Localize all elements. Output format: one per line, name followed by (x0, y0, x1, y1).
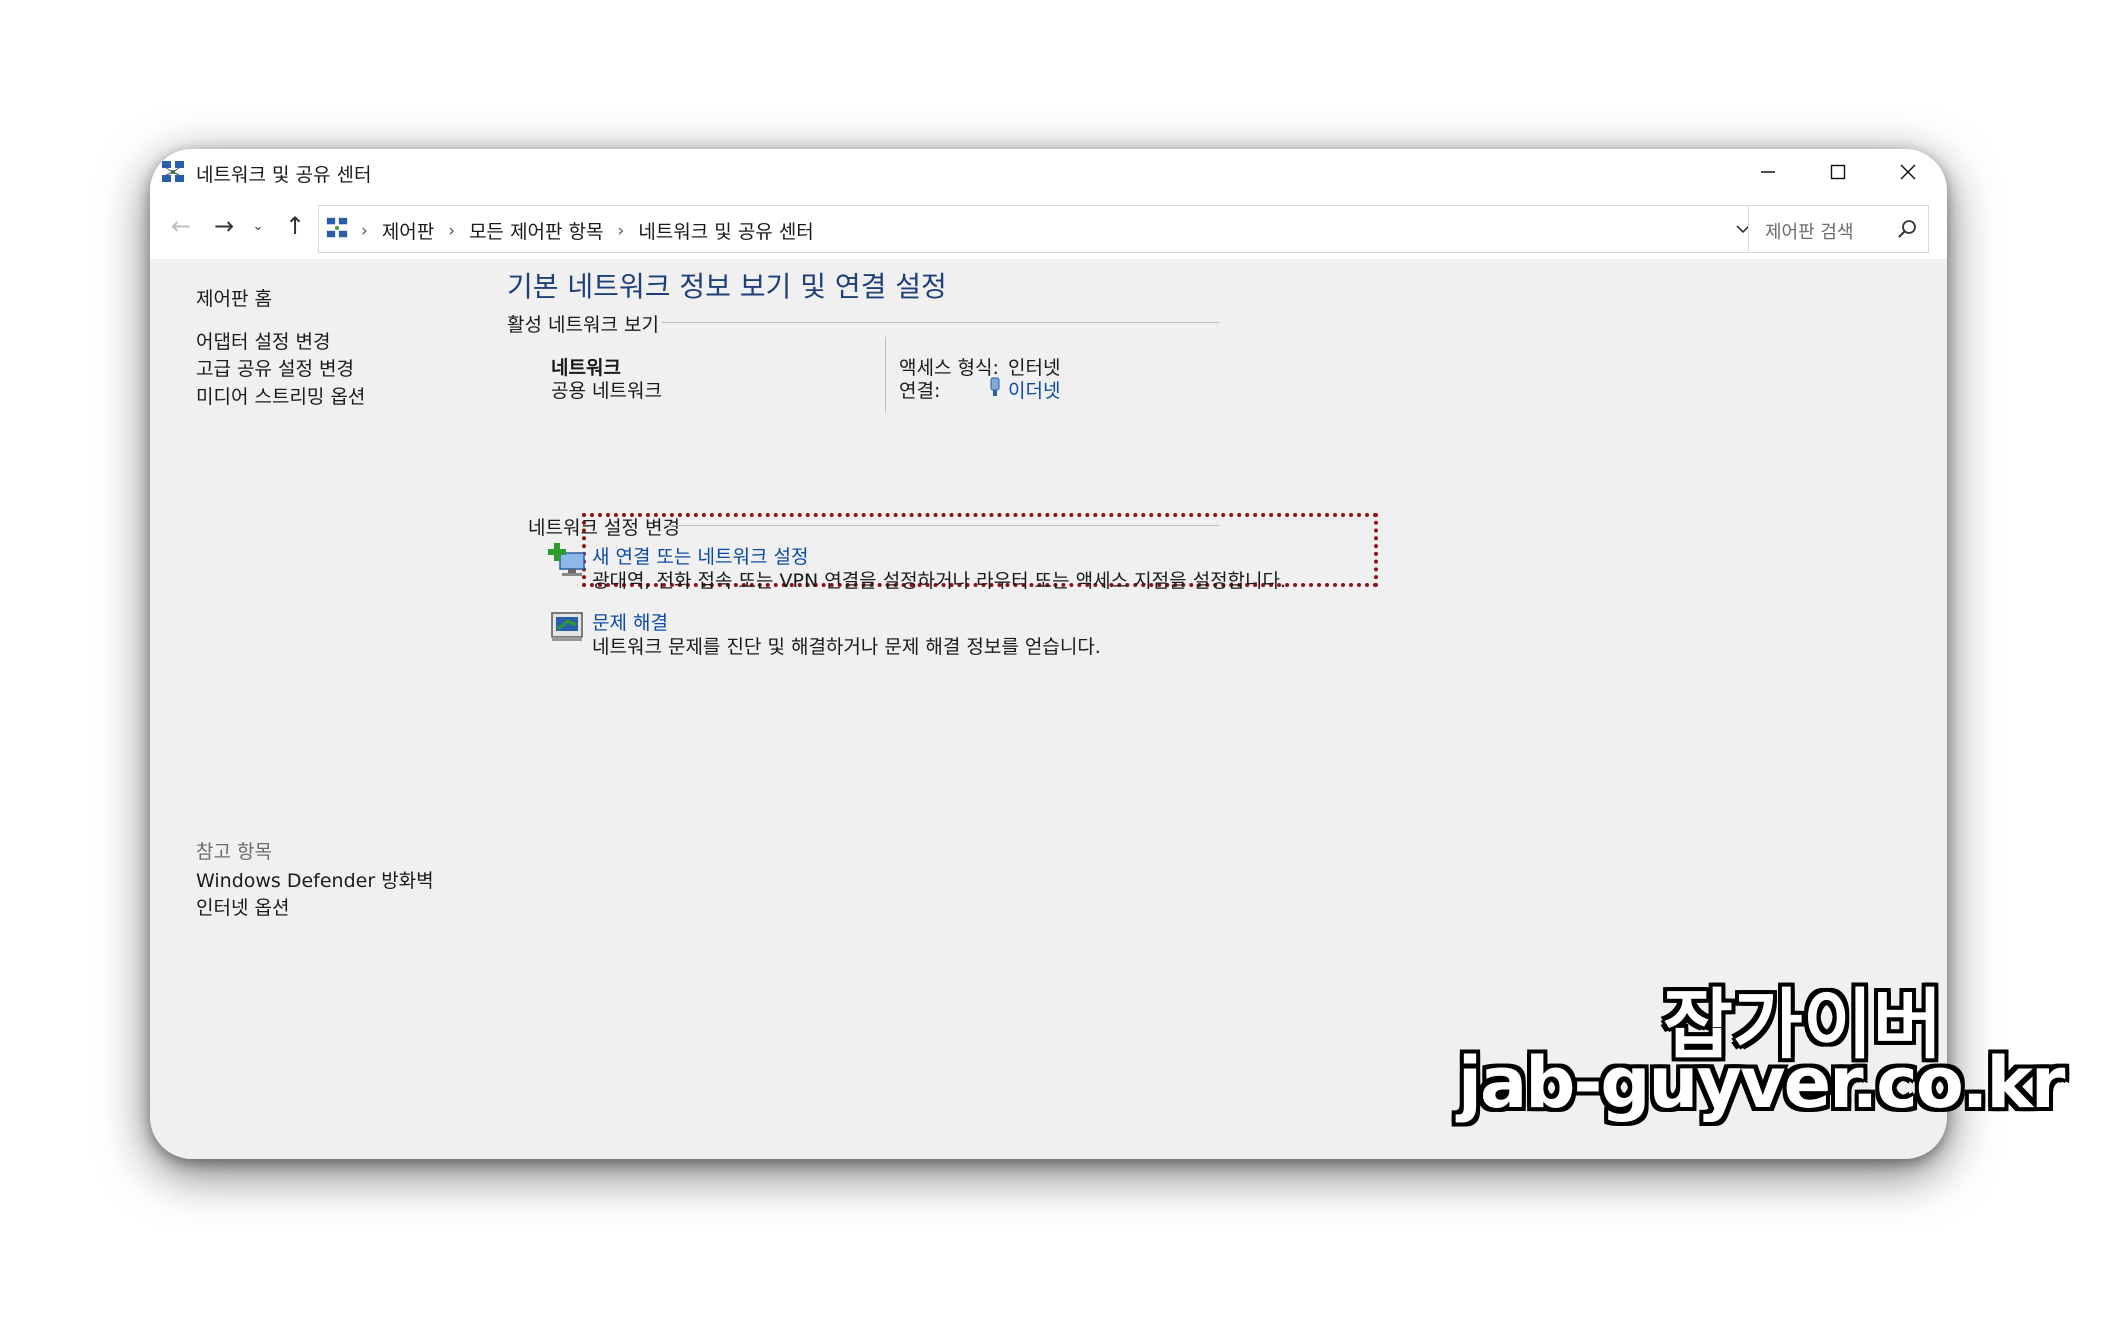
new-connection-icon (548, 543, 585, 576)
back-button[interactable]: ← (164, 209, 198, 243)
sidebar-media-streaming[interactable]: 미디어 스트리밍 옵션 (196, 382, 365, 409)
minimize-button[interactable] (1733, 149, 1803, 195)
chevron-right-icon: › (361, 220, 368, 241)
chevron-right-icon[interactable]: › (448, 221, 455, 241)
see-also-heading: 참고 항목 (196, 841, 272, 863)
forward-arrow-icon: → (213, 212, 235, 240)
close-button[interactable] (1873, 149, 1943, 195)
address-bar[interactable]: › 제어판 › 모든 제어판 항목 › 네트워크 및 공유 센터 ↻ (318, 205, 1826, 253)
see-also-internet-options[interactable]: 인터넷 옵션 (196, 893, 289, 920)
maximize-icon (1830, 164, 1846, 180)
chevron-right-icon[interactable]: › (618, 221, 625, 241)
up-arrow-icon: ↑ (284, 212, 306, 240)
breadcrumb-control-panel[interactable]: 제어판 (382, 217, 434, 244)
sidebar-adapter-settings[interactable]: 어댑터 설정 변경 (196, 327, 330, 354)
chevron-down-icon: ⌄ (252, 218, 264, 234)
see-also-firewall[interactable]: Windows Defender 방화벽 (196, 866, 434, 893)
new-connection-link[interactable]: 새 연결 또는 네트워크 설정 (592, 542, 808, 569)
network-location-icon (326, 217, 348, 238)
connection-label: 연결: (899, 380, 941, 402)
recent-locations-button[interactable]: ⌄ (248, 209, 268, 243)
search-box[interactable]: 제어판 검색 (1748, 205, 1929, 253)
up-button[interactable]: ↑ (278, 209, 312, 243)
network-app-icon (162, 161, 184, 182)
back-arrow-icon: ← (170, 212, 192, 240)
window-title: 네트워크 및 공유 센터 (196, 164, 372, 186)
new-connection-description: 광대역, 전화 접속 또는 VPN 연결을 설정하거나 라우터 또는 액세스 지… (592, 570, 1287, 592)
sidebar-control-panel-home[interactable]: 제어판 홈 (196, 284, 272, 311)
minimize-icon (1761, 171, 1775, 173)
navigation-bar: ← → ⌄ ↑ › 제어판 › 모든 제어판 항목 › 네트워크 및 공유 센터… (150, 195, 1947, 259)
search-icon[interactable] (1896, 218, 1918, 240)
section-divider (662, 322, 1219, 323)
ethernet-icon (990, 377, 1000, 396)
title-bar: 네트워크 및 공유 센터 (150, 149, 1947, 195)
network-type[interactable]: 공용 네트워크 (551, 376, 662, 403)
watermark-url: jab-guyver.co.kr (1458, 1042, 2065, 1124)
breadcrumb: › 제어판 › 모든 제어판 항목 › 네트워크 및 공유 센터 (361, 217, 814, 244)
maximize-button[interactable] (1803, 149, 1873, 195)
ethernet-connection-link[interactable]: 이더넷 (1008, 376, 1060, 403)
forward-button[interactable]: → (207, 209, 241, 243)
breadcrumb-network-center[interactable]: 네트워크 및 공유 센터 (638, 217, 813, 244)
breadcrumb-all-items[interactable]: 모든 제어판 항목 (469, 217, 603, 244)
close-icon (1900, 164, 1916, 180)
sidebar-advanced-sharing[interactable]: 고급 공유 설정 변경 (196, 354, 354, 381)
troubleshoot-description: 네트워크 문제를 진단 및 해결하거나 문제 해결 정보를 얻습니다. (592, 636, 1101, 658)
troubleshoot-link[interactable]: 문제 해결 (592, 608, 668, 635)
page-title: 기본 네트워크 정보 보기 및 연결 설정 (507, 270, 947, 303)
search-input[interactable]: 제어판 검색 (1765, 218, 1854, 244)
troubleshoot-icon (551, 612, 583, 641)
active-networks-heading: 활성 네트워크 보기 (507, 314, 659, 336)
network-column-divider (885, 337, 886, 413)
